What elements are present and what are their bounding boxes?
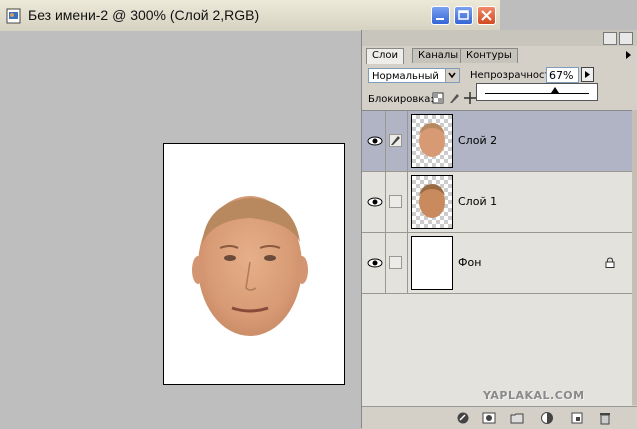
layer-row-1[interactable]: Слой 1 [362, 172, 632, 233]
blend-mode-select[interactable]: Нормальный [368, 68, 460, 83]
tab-paths[interactable]: Контуры [460, 48, 518, 63]
eye-icon[interactable] [367, 196, 383, 208]
maximize-icon [458, 10, 469, 20]
slider-track [485, 93, 589, 94]
layers-palette: Слои Каналы Контуры Нормальный Непрозрач… [361, 30, 637, 429]
maximize-button[interactable] [454, 6, 473, 25]
trash-icon[interactable] [598, 411, 612, 425]
link-box[interactable] [389, 195, 402, 208]
blend-mode-value: Нормальный [372, 71, 439, 82]
minimize-button[interactable] [431, 6, 450, 25]
close-icon [481, 10, 492, 21]
divider [407, 111, 408, 171]
close-button[interactable] [477, 6, 496, 25]
palette-bottom-toolbar [362, 406, 637, 429]
divider [385, 233, 386, 293]
document-title-bar[interactable]: Без имени-2 @ 300% (Слой 2,RGB) [0, 0, 500, 32]
divider [407, 172, 408, 232]
layer-row-background[interactable]: Фон [362, 233, 632, 294]
lock-icon [605, 257, 615, 268]
lock-brush-icon[interactable] [448, 92, 460, 104]
divider [407, 233, 408, 293]
opacity-slider-toggle[interactable] [581, 67, 594, 82]
layer-name: Слой 2 [458, 134, 498, 147]
opacity-slider[interactable] [476, 83, 598, 101]
mask-icon[interactable] [482, 411, 496, 425]
tab-layers[interactable]: Слои [366, 48, 404, 64]
palette-minimize-button[interactable] [603, 32, 617, 45]
layer-thumbnail[interactable] [411, 236, 453, 290]
adjustment-layer-icon[interactable] [540, 411, 554, 425]
link-box[interactable] [389, 256, 402, 269]
face-image [192, 196, 308, 336]
chevron-down-icon [445, 69, 459, 82]
palette-menu-arrow-icon[interactable] [626, 51, 631, 59]
palette-close-button[interactable] [619, 32, 633, 45]
slider-thumb[interactable] [550, 87, 559, 93]
layer-name: Слой 1 [458, 195, 498, 208]
lock-label: Блокировка: [368, 94, 434, 105]
tab-channels[interactable]: Каналы [412, 48, 465, 63]
layer-name: Фон [458, 256, 482, 269]
palette-title-bar[interactable] [362, 30, 637, 46]
layers-list: Слой 2 Слой 1 Фон [362, 110, 632, 406]
layer-thumbnail[interactable] [411, 175, 453, 229]
chevron-right-icon [585, 71, 590, 78]
opacity-field[interactable]: 67% [546, 67, 579, 83]
eye-icon[interactable] [367, 135, 383, 147]
document-title: Без имени-2 @ 300% (Слой 2,RGB) [28, 7, 260, 23]
divider [385, 111, 386, 171]
photoshop-document-icon [6, 8, 21, 24]
lock-transparency-icon[interactable] [432, 92, 444, 104]
layer-row-2[interactable]: Слой 2 [362, 111, 632, 172]
layer-style-icon[interactable] [456, 411, 470, 425]
minimize-icon [436, 18, 444, 20]
watermark: YAPLAKAL.COM [483, 389, 585, 402]
paintbrush-icon[interactable] [389, 134, 402, 147]
new-layer-icon[interactable] [570, 411, 584, 425]
document-canvas[interactable] [163, 143, 345, 385]
folder-icon[interactable] [510, 411, 524, 425]
layer-thumbnail[interactable] [411, 114, 453, 168]
palette-scrollbar[interactable] [632, 110, 637, 405]
eye-icon[interactable] [367, 257, 383, 269]
divider [385, 172, 386, 232]
lock-move-icon[interactable] [464, 92, 476, 104]
